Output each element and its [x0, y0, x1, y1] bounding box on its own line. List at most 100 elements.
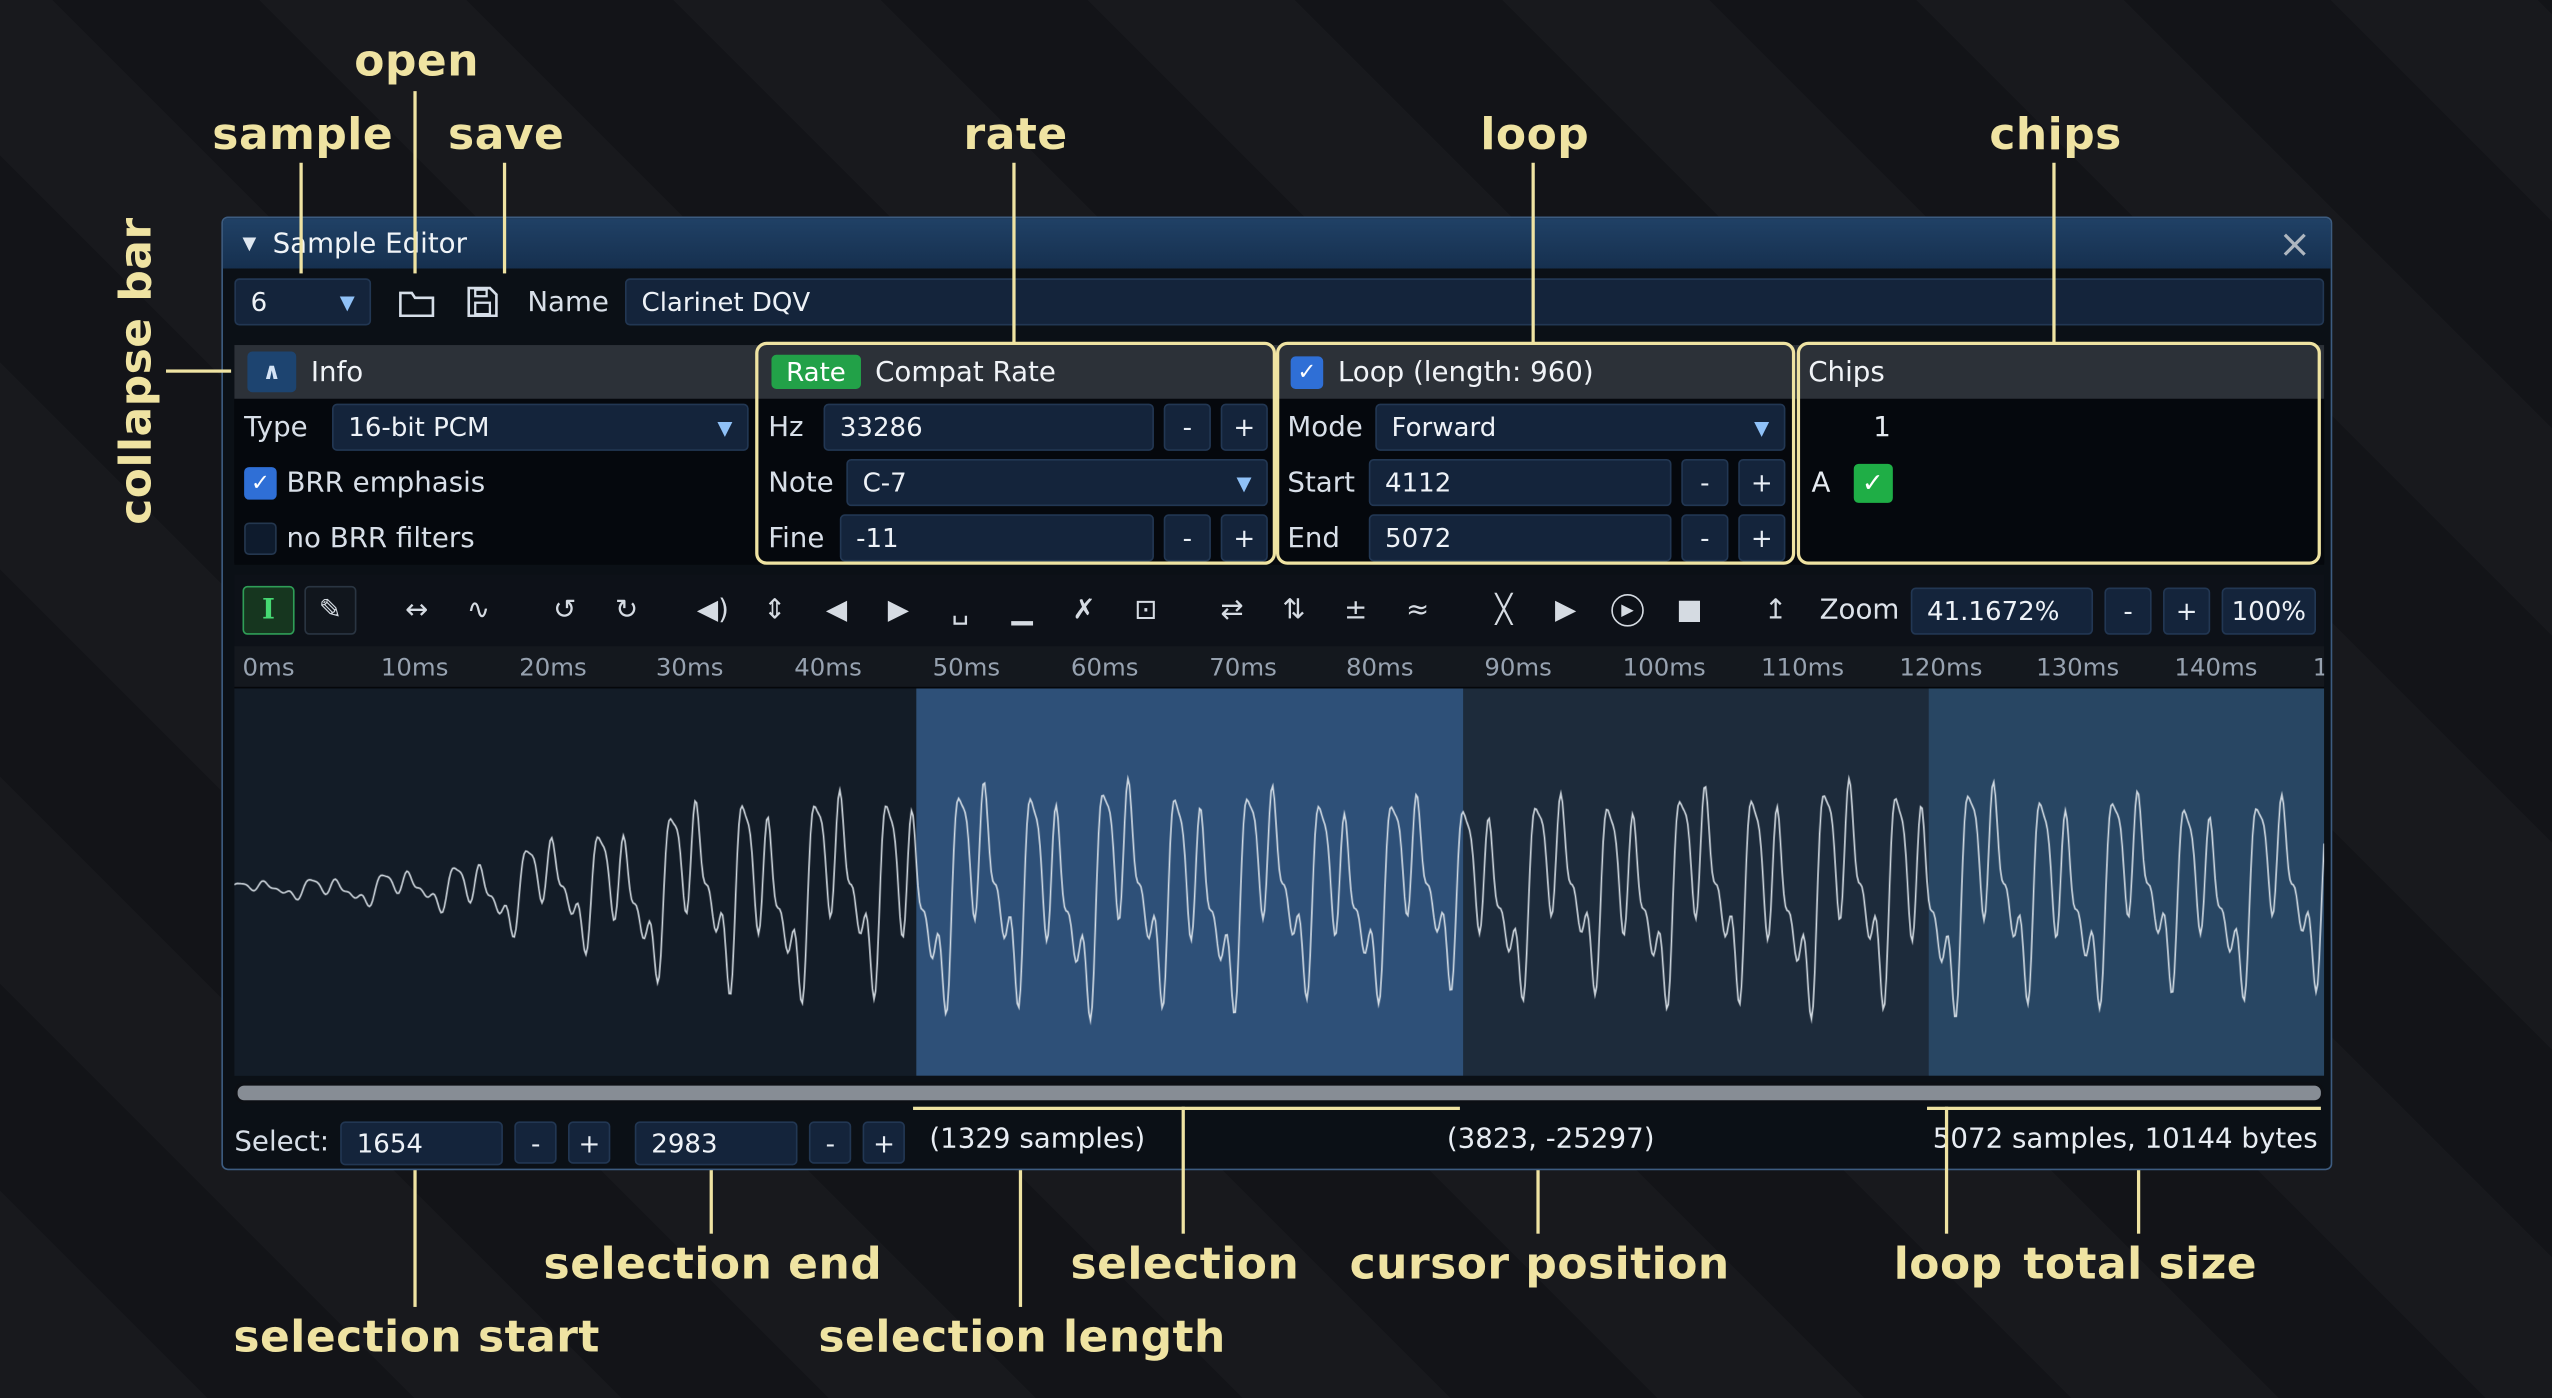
reverse-button[interactable]: ⇄	[1206, 586, 1258, 635]
window-titlebar[interactable]: ▼ Sample Editor ×	[223, 218, 2331, 268]
amplify-button[interactable]: ◀)	[687, 586, 739, 635]
chevron-down-icon: ▼	[717, 416, 732, 439]
minus-icon: -	[826, 1127, 835, 1158]
sample-editor-window: ▼ Sample Editor × 6 ▼ Name	[221, 216, 2332, 1170]
resample-button[interactable]: ∿	[452, 586, 504, 635]
chevron-down-icon: ▼	[340, 291, 355, 314]
scrollbar-handle[interactable]	[238, 1086, 2321, 1101]
selection-end-decrease-button[interactable]: -	[809, 1121, 851, 1163]
resize-button[interactable]: ↔	[391, 586, 443, 635]
loop-mode-dropdown[interactable]: Forward ▼	[1375, 404, 1785, 451]
loop-end-increase-button[interactable]: +	[1738, 514, 1785, 561]
fade-in-button[interactable]: ◀	[811, 586, 863, 635]
brr-emphasis-checkbox[interactable]: ✓	[244, 466, 277, 499]
timeline-tick: 120ms	[1899, 653, 1982, 682]
selection-end-input[interactable]: 2983	[635, 1121, 798, 1165]
sample-number-dropdown[interactable]: 6 ▼	[234, 278, 371, 325]
draw-mode-button[interactable]: ✎	[304, 586, 356, 635]
invert-button[interactable]: ⇅	[1268, 586, 1320, 635]
loop-end-value: 5072	[1385, 522, 1451, 553]
apply-silence-button[interactable]: ▁	[996, 586, 1048, 635]
selection-end-increase-button[interactable]: +	[863, 1121, 905, 1163]
play-circle-icon: ▶	[1611, 594, 1644, 627]
selection-end-value: 2983	[651, 1127, 717, 1158]
waveform-view[interactable]	[234, 688, 2324, 1075]
chevron-down-icon: ▼	[1754, 416, 1769, 439]
fine-increase-button[interactable]: +	[1221, 514, 1268, 561]
normalize-button[interactable]: ⇕	[749, 586, 801, 635]
open-sample-button[interactable]	[391, 277, 443, 326]
minus-icon: -	[1183, 522, 1192, 553]
loop-start-increase-button[interactable]: +	[1738, 459, 1785, 506]
name-label: Name	[527, 286, 609, 319]
fine-decrease-button[interactable]: -	[1164, 514, 1211, 561]
annotation-sample: sample	[212, 110, 393, 160]
loop-end-input[interactable]: 5072	[1369, 514, 1672, 561]
fade-out-button[interactable]: ▶	[872, 586, 924, 635]
annotation-line	[503, 163, 506, 274]
crossfade-loop-button[interactable]: ╳	[1478, 586, 1530, 635]
insert-silence-button[interactable]: ␣	[934, 586, 986, 635]
loop-enable-checkbox[interactable]: ✓	[1291, 356, 1324, 389]
chip-column-number: 1	[1873, 411, 1891, 444]
redo-button[interactable]: ↻	[601, 586, 653, 635]
zoom-out-button[interactable]: -	[2104, 587, 2151, 634]
zoom-reset-button[interactable]: 100%	[2222, 587, 2316, 634]
desktop-background: open sample save rate loop chips collaps…	[0, 0, 2552, 1398]
loop-start-input[interactable]: 4112	[1369, 459, 1672, 506]
timeline-ruler: 0ms 10ms 20ms 30ms 40ms 50ms 60ms 70ms 8…	[234, 646, 2324, 688]
chip-a-checkbox[interactable]: ✓	[1853, 463, 1892, 502]
rate-badge[interactable]: Rate	[771, 355, 860, 389]
play-button[interactable]: ▶	[1602, 586, 1654, 635]
zoom-in-button[interactable]: +	[2163, 587, 2210, 634]
delete-button[interactable]: ✗	[1058, 586, 1110, 635]
loop-start-decrease-button[interactable]: -	[1681, 459, 1728, 506]
fine-value: -11	[856, 522, 899, 553]
check-icon: ✓	[251, 470, 270, 496]
pencil-icon: ✎	[319, 594, 342, 627]
chevron-up-icon: ∧	[263, 359, 282, 385]
close-icon[interactable]: ×	[2278, 224, 2311, 263]
window-collapse-icon[interactable]: ▼	[243, 233, 257, 254]
cursor-position-text: (3823, -25297)	[1447, 1123, 1655, 1156]
selection-start-increase-button[interactable]: +	[568, 1121, 610, 1163]
zoom-input[interactable]: 41.1672%	[1911, 587, 2093, 634]
sign-button[interactable]: ±	[1330, 586, 1382, 635]
loop-end-decrease-button[interactable]: -	[1681, 514, 1728, 561]
speaker-icon: ◀)	[697, 594, 729, 627]
fine-input[interactable]: -11	[840, 514, 1154, 561]
note-dropdown[interactable]: C-7 ▼	[846, 459, 1268, 506]
info-panel-header: ∧ Info	[234, 345, 758, 399]
import-button[interactable]: ↥	[1750, 586, 1802, 635]
trim-button[interactable]: ⊡	[1120, 586, 1172, 635]
waveform-scrollbar[interactable]	[234, 1082, 2324, 1103]
annotation-collapse-bar: collapse bar	[111, 217, 161, 524]
stop-button[interactable]: ■	[1663, 586, 1715, 635]
folder-icon	[399, 287, 435, 316]
zoom-controls: Zoom 41.1672% - + 100%	[1820, 587, 2316, 634]
undo-button[interactable]: ↺	[539, 586, 591, 635]
info-header-label: Info	[311, 356, 363, 389]
preview-sample-button[interactable]: ▶	[1540, 586, 1592, 635]
annotation-selection-end: selection end	[544, 1239, 883, 1289]
hz-decrease-button[interactable]: -	[1164, 404, 1211, 451]
type-label: Type	[244, 411, 322, 444]
collapse-bar-button[interactable]: ∧	[247, 352, 296, 393]
timeline-tick: 140ms	[2174, 653, 2257, 682]
hz-input[interactable]: 33286	[824, 404, 1154, 451]
waveform-canvas[interactable]	[234, 688, 2324, 1075]
selection-start-input[interactable]: 1654	[340, 1121, 503, 1165]
sample-type-dropdown[interactable]: 16-bit PCM ▼	[332, 404, 749, 451]
hz-label: Hz	[768, 411, 814, 444]
filter-button[interactable]: ≈	[1392, 586, 1444, 635]
check-icon: ✓	[1297, 359, 1316, 385]
edit-mode-select-button[interactable]: I	[243, 586, 295, 635]
status-bar: Select: 1654 - + 2983 - + (1329 samples)…	[234, 1118, 2324, 1167]
brr-emphasis-label: BRR emphasis	[286, 466, 485, 499]
hz-increase-button[interactable]: +	[1221, 404, 1268, 451]
selection-start-decrease-button[interactable]: -	[515, 1121, 557, 1163]
save-sample-button[interactable]	[456, 277, 508, 326]
sample-name-input[interactable]: Clarinet DQV	[625, 278, 2324, 325]
no-brr-filters-checkbox[interactable]	[244, 522, 277, 555]
plus-icon: +	[1751, 522, 1773, 553]
